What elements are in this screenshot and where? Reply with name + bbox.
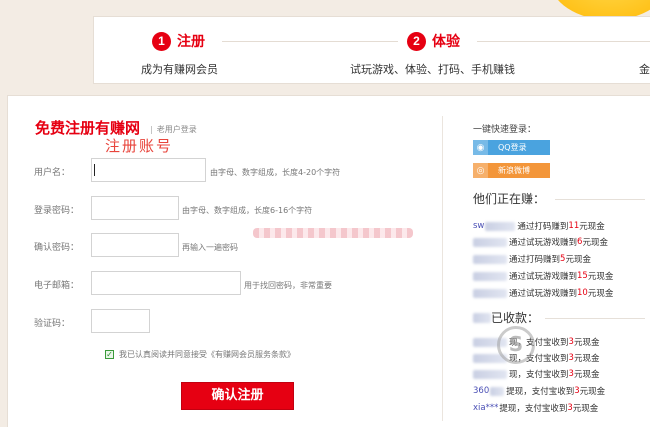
email-label: 电子邮箱： [34, 281, 80, 291]
list-item: 通过打码赚到 5 元现金 [473, 253, 591, 265]
blurred-name [485, 221, 516, 231]
confirm-register-button[interactable]: 确认注册 [181, 382, 294, 410]
step-2-number: 2 [407, 31, 426, 51]
username-input[interactable] [91, 158, 206, 182]
username-label: 用户名： [34, 168, 71, 178]
user-name: sw [473, 221, 485, 231]
qq-icon: ◉ [473, 140, 488, 155]
list-item: xia*** 提现，支付宝收到 3 元现金 [473, 402, 598, 414]
step-1: 1 注册 [152, 31, 205, 51]
agree-terms[interactable]: ✓ 我已认真阅读并同意接受《有赚网会员服务条款》 [105, 349, 295, 360]
user-name: 360 [473, 386, 490, 396]
agree-text: 我已认真阅读并同意接受《有赚网会员服务条款》 [119, 350, 295, 359]
received-text: 提现，支付宝收到 [499, 404, 568, 414]
agree-checkbox[interactable]: ✓ [105, 350, 114, 359]
step-2: 2 体验 [407, 31, 460, 51]
captcha-label: 验证码： [34, 319, 71, 329]
old-user-login-link[interactable]: 老用户登录 [157, 125, 197, 134]
list-item: 通过试玩游戏赚到 15 元现金 [473, 270, 613, 282]
list-item: 通过试玩游戏赚到 10 元现金 [473, 287, 613, 299]
email-input[interactable] [91, 271, 241, 295]
earning-title: 他们正在赚： [473, 192, 546, 206]
earning-text: 通过试玩游戏赚到 [509, 272, 578, 282]
earning-amount: 10 [577, 288, 588, 298]
step-divider [222, 41, 398, 42]
qq-login-button[interactable]: ◉ QQ登录 [473, 140, 550, 155]
earning-text: 通过试玩游戏赚到 [509, 238, 578, 248]
password-hint: 由字母、数字组成，长度6-16个字符 [182, 206, 313, 215]
earning-text: 通过打码赚到 [509, 255, 561, 265]
blurred-name [473, 254, 507, 264]
step-1-title: 注册 [177, 34, 205, 50]
blurred-name [473, 313, 491, 323]
step-3-desc: 金 [639, 63, 650, 76]
list-item: sw 通过打码赚到 11 元现金 [473, 220, 605, 232]
earning-amount: 11 [568, 221, 580, 231]
old-user-login[interactable]: | 老用户登录 [150, 124, 197, 135]
step-1-desc: 成为有赚网会员 [141, 63, 218, 76]
received-unit: 元现金 [573, 338, 600, 348]
blurred-name [490, 386, 505, 396]
user-name: xia*** [473, 403, 499, 413]
list-item: 现，支付宝收到 3 元现金 [473, 336, 599, 348]
earning-amount: 15 [577, 271, 588, 281]
blurred-name [473, 288, 507, 298]
received-unit: 元现金 [579, 387, 606, 397]
overlay-caption: 注册账号 [105, 137, 174, 155]
blurred-name [473, 271, 507, 281]
blurred-name [473, 369, 507, 379]
earning-unit: 元现金 [587, 272, 614, 282]
email-hint: 用于找回密码，非常重要 [244, 281, 332, 290]
list-item: 现，支付宝收到 3 元现金 [473, 368, 599, 380]
earning-unit: 元现金 [579, 222, 605, 232]
earning-text: 通过打码赚到 [517, 222, 569, 232]
redaction-smudge [253, 228, 413, 238]
step-2-title: 体验 [432, 34, 460, 50]
earning-unit: 元现金 [582, 238, 608, 248]
list-item: 通过试玩游戏赚到 6 元现金 [473, 236, 608, 248]
weibo-login-label: 新浪微博 [498, 166, 530, 175]
step-1-number: 1 [152, 31, 171, 51]
earning-unit: 元现金 [587, 289, 614, 299]
received-unit: 元现金 [573, 370, 600, 380]
confirm-password-input[interactable] [91, 233, 179, 257]
step-divider [477, 41, 650, 42]
received-text: 现，支付宝收到 [509, 370, 569, 380]
received-unit: 元现金 [573, 354, 600, 364]
weibo-icon: ◎ [473, 163, 488, 178]
panel-divider [442, 116, 443, 421]
earning-text: 通过试玩游戏赚到 [509, 289, 578, 299]
received-unit: 元现金 [572, 404, 599, 414]
registration-panel: 免费注册有赚网 | 老用户登录 注册账号 用户名： 由字母、数字组成，长度4-20… [7, 95, 650, 427]
list-item: 现，支付宝收到 3 元现金 [473, 352, 599, 364]
password-input[interactable] [91, 196, 179, 220]
username-hint: 由字母、数字组成，长度4-20个字符 [210, 168, 341, 177]
qq-login-label: QQ登录 [498, 143, 527, 152]
registration-steps: 1 注册 成为有赚网会员 2 体验 试玩游戏、体验、打码、手机赚钱 金 [93, 16, 650, 84]
password-label: 登录密码： [34, 206, 80, 216]
list-item: 360 提现，支付宝收到 3 元现金 [473, 385, 605, 397]
earning-unit: 元现金 [565, 255, 591, 265]
section-divider [555, 199, 645, 200]
step-2-desc: 试玩游戏、体验、打码、手机赚钱 [350, 63, 515, 76]
captcha-input[interactable] [91, 309, 150, 333]
watermark-logo: S [497, 326, 535, 364]
separator: | [150, 125, 153, 134]
section-divider [545, 318, 645, 319]
confirm-password-label: 确认密码： [34, 243, 80, 253]
blurred-name [473, 237, 507, 247]
confirm-password-hint: 再输入一遍密码 [182, 243, 238, 252]
weibo-login-button[interactable]: ◎ 新浪微博 [473, 163, 550, 178]
quick-login-title: 一键快速登录： [473, 125, 537, 135]
received-title: 已收款： [491, 311, 540, 325]
received-text: 提现，支付宝收到 [506, 387, 575, 397]
